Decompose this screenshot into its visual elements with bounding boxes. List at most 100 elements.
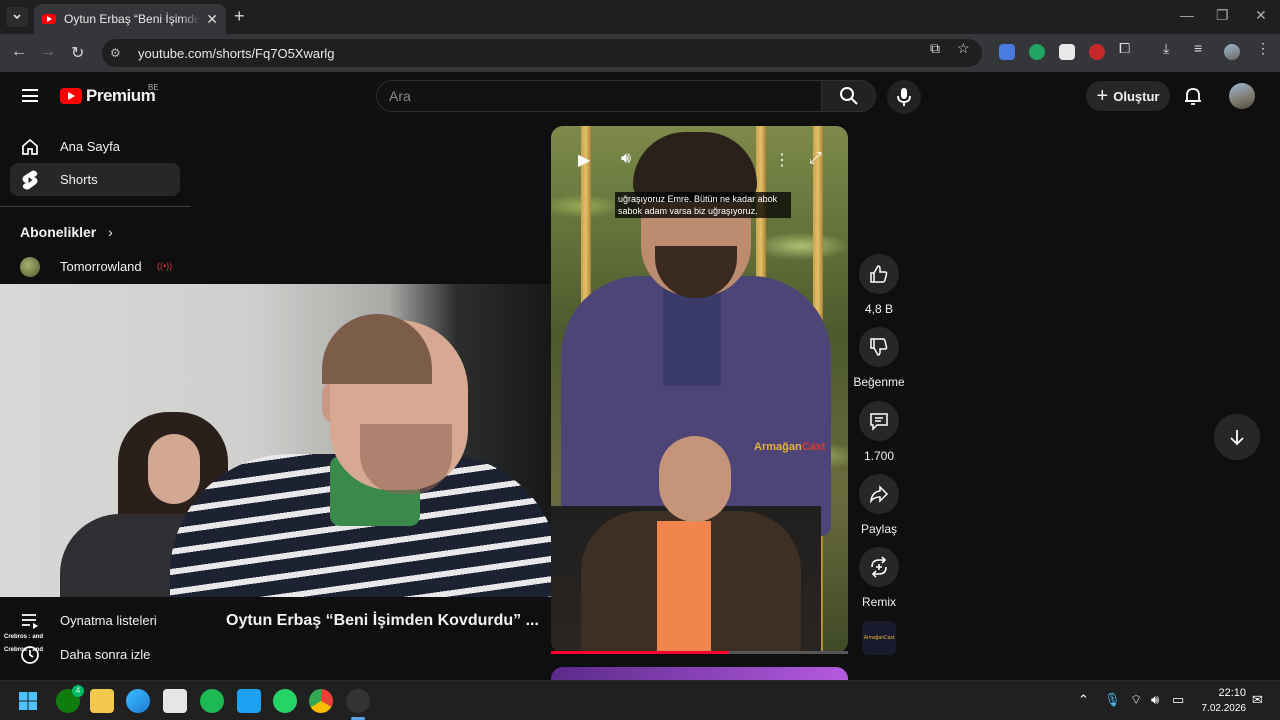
browser-toolbar: ← → ↻ ⚙ youtube.com/shorts/Fq7O5Xwarlg ⧉…: [0, 34, 1280, 72]
xbox-app-icon[interactable]: 4: [56, 685, 84, 713]
webcam-person-face: [148, 434, 200, 504]
sidebar-item-shorts[interactable]: Shorts: [10, 163, 180, 196]
forward-icon[interactable]: →: [40, 43, 56, 61]
grammarly-extension-icon[interactable]: [1029, 44, 1045, 60]
windows-logo-icon: [19, 692, 37, 710]
site-info-icon[interactable]: ⚙: [110, 46, 128, 60]
battery-icon[interactable]: ▭: [1172, 692, 1184, 708]
home-icon: [22, 138, 38, 155]
notifications-button[interactable]: [1184, 86, 1202, 111]
notification-center-icon[interactable]: ✉: [1252, 692, 1263, 708]
translate-extension-icon[interactable]: [999, 44, 1015, 60]
channel-thumbnail[interactable]: ArmağanCast: [862, 621, 896, 655]
file-explorer-icon[interactable]: [90, 689, 114, 713]
adblock-extension-icon[interactable]: [1089, 44, 1105, 60]
video-progress-fill: [551, 651, 730, 654]
windows-taskbar: 4 ⌃ 🎙︎ ⌔ 🔊︎ ▭ 22:10 7.02.2026 ✉: [0, 680, 1280, 720]
play-icon[interactable]: ▶: [578, 150, 590, 170]
extension-icon[interactable]: [1059, 44, 1075, 60]
sidebar-item-home[interactable]: Ana Sayfa: [10, 130, 180, 163]
tab-close-icon[interactable]: ✕: [206, 11, 218, 28]
profile-avatar-icon[interactable]: [1224, 44, 1240, 60]
video-caption: uğraşıyoruz Emre. Bütün ne kadar abok sa…: [615, 192, 791, 218]
chevron-down-icon: [13, 14, 21, 20]
restore-icon[interactable]: ❐: [1216, 7, 1229, 24]
minimize-icon[interactable]: —: [1180, 7, 1194, 23]
whatsapp-icon[interactable]: [273, 689, 297, 713]
search-box: [376, 80, 822, 112]
youtube-header: Premium BE + Oluştur: [0, 72, 1280, 122]
browser-menu-icon[interactable]: ⋮: [1256, 40, 1270, 57]
remix-button[interactable]: Remix: [858, 547, 900, 609]
subscriptions-heading[interactable]: Abonelikler ›: [20, 224, 113, 240]
microphone-in-use-icon[interactable]: 🎙︎: [1104, 692, 1121, 708]
obs-studio-icon[interactable]: [346, 689, 370, 713]
short-title[interactable]: Oytun Erbaş “Beni İşimden Kovdurdu” ...: [226, 612, 539, 630]
short-video-player[interactable]: uğraşıyoruz Emre. Bütün ne kadar abok sa…: [551, 126, 848, 653]
sidebar-item-label: Daha sonra izle: [60, 647, 151, 662]
tray-overflow-icon[interactable]: ⌃: [1078, 692, 1089, 708]
edge-browser-icon[interactable]: [126, 689, 150, 713]
dislike-button[interactable]: Beğenme: [853, 327, 905, 389]
twitter-icon[interactable]: [237, 689, 261, 713]
search-icon: [839, 87, 858, 105]
browser-tab-strip: Oytun Erbaş “Beni İşimden Kovdurdu” ... …: [0, 0, 1280, 34]
sidebar-item-watch-later[interactable]: Daha sonra izle: [10, 638, 180, 671]
address-bar[interactable]: ⚙ youtube.com/shorts/Fq7O5Xwarlg: [102, 39, 982, 67]
chrome-icon[interactable]: [309, 689, 333, 713]
share-icon: [869, 485, 889, 504]
clock-time: 22:10: [1218, 687, 1246, 699]
wifi-icon[interactable]: ⌔: [1130, 692, 1142, 708]
search-input[interactable]: [389, 88, 821, 104]
youtube-favicon-icon: [42, 14, 56, 24]
thumbs-up-icon: [870, 265, 888, 283]
video-progress-bar[interactable]: [551, 651, 848, 654]
extensions-puzzle-icon[interactable]: ⧠: [1119, 40, 1130, 57]
channel-avatar: [20, 256, 40, 277]
video-person-shirt: [663, 286, 721, 386]
youtube-premium-logo[interactable]: Premium BE: [60, 83, 159, 106]
url-text: youtube.com/shorts/Fq7O5Xwarlg: [138, 45, 335, 61]
browser-tab-active[interactable]: Oytun Erbaş “Beni İşimden Kovdurdu” ... …: [34, 4, 226, 34]
video-more-icon[interactable]: ⋮: [774, 150, 790, 170]
next-short-button[interactable]: [1214, 414, 1260, 460]
voice-search-button[interactable]: [887, 80, 921, 114]
media-control-icon[interactable]: ≡: [1194, 40, 1202, 56]
youtube-play-logo-icon: [60, 88, 82, 104]
like-count: 4,8 B: [864, 302, 894, 316]
sidebar-item-playlists[interactable]: Oynatma listeleri: [10, 604, 180, 637]
comment-icon: [870, 413, 888, 431]
search-button[interactable]: [822, 80, 876, 112]
account-avatar[interactable]: [1229, 83, 1255, 109]
shorts-icon: [22, 170, 38, 189]
volume-icon[interactable]: 🔊︎: [621, 150, 631, 168]
create-button[interactable]: + Oluştur: [1086, 81, 1170, 111]
bookmark-star-icon[interactable]: ☆: [957, 40, 970, 57]
country-code: BE: [148, 83, 159, 92]
tab-search-button[interactable]: [6, 7, 28, 27]
subscriptions-heading-label: Abonelikler: [20, 224, 97, 240]
fullscreen-icon[interactable]: ⤢: [809, 150, 822, 168]
install-app-icon[interactable]: ⧉: [930, 40, 940, 57]
microphone-icon: [897, 88, 911, 106]
new-tab-button[interactable]: +: [234, 6, 245, 27]
microsoft-store-icon[interactable]: [163, 689, 187, 713]
chat-overlay-line: Crebros : and: [4, 647, 44, 653]
menu-hamburger-icon[interactable]: [22, 89, 38, 102]
back-icon[interactable]: ←: [11, 43, 27, 61]
comments-button[interactable]: 1.700: [858, 401, 900, 463]
volume-tray-icon[interactable]: 🔊︎: [1151, 692, 1159, 708]
sidebar-divider: [0, 206, 191, 207]
download-icon[interactable]: ⤓: [1163, 40, 1169, 57]
like-button[interactable]: 4,8 B: [858, 254, 900, 316]
reload-icon[interactable]: ↻: [71, 43, 84, 63]
playlist-icon: [22, 613, 38, 629]
spotify-icon[interactable]: [200, 689, 224, 713]
window-close-icon[interactable]: ✕: [1255, 7, 1267, 24]
webcam-person-beard: [360, 424, 452, 494]
start-button[interactable]: [16, 689, 40, 713]
system-clock[interactable]: 22:10 7.02.2026: [1200, 686, 1247, 716]
sidebar-item-tomorrowland[interactable]: Tomorrowland: [10, 250, 180, 283]
share-button[interactable]: Paylaş: [858, 474, 900, 536]
dislike-label: Beğenme: [853, 375, 905, 389]
